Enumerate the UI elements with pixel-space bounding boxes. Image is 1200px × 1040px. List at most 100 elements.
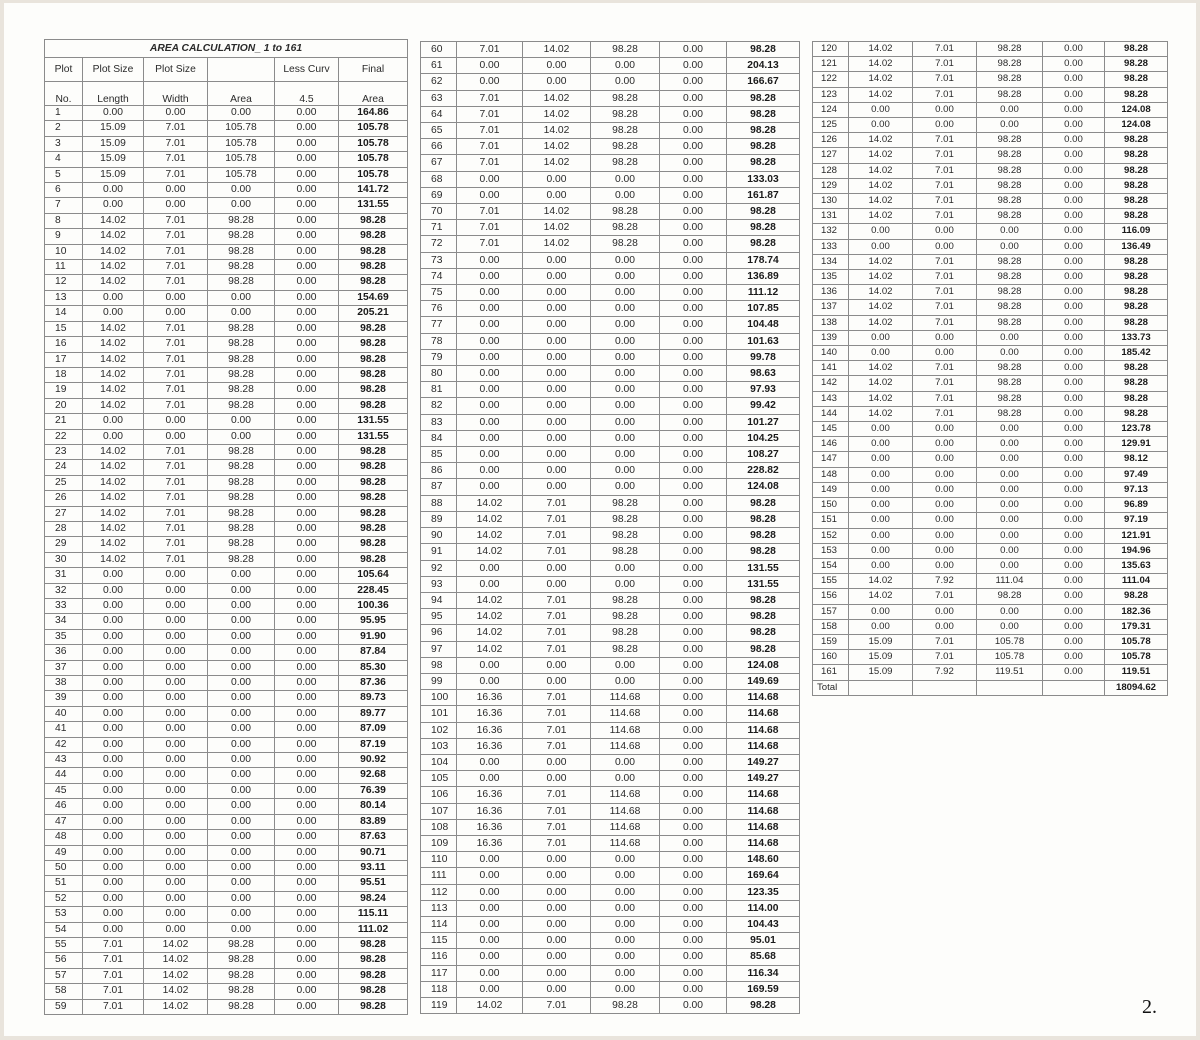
less-curv-cell: 0.00 [274,166,339,184]
table-row: 87 0.00 0.00 0.00 0.00 124.08 [420,478,800,496]
final-area-cell: 98.28 [338,274,408,291]
final-area-cell: 98.28 [1104,56,1168,73]
width-cell: 0.00 [912,466,977,483]
width-cell: 7.01 [143,228,208,245]
area-cell: 0.00 [590,899,660,917]
final-area-cell: 98.28 [338,336,408,353]
area-cell: 0.00 [590,575,660,593]
length-cell: 0.00 [82,705,144,723]
length-cell: 0.00 [456,851,523,869]
plot-no-cell: 37 [44,659,83,677]
less-curv-cell: 0.00 [1042,40,1105,58]
area-cell: 0.00 [207,628,275,646]
length-cell: 0.00 [848,451,913,468]
final-area-cell: 98.28 [1104,40,1168,58]
area-cell: 98.28 [207,397,275,415]
total-empty-cell [976,679,1043,696]
less-curv-cell: 0.00 [659,105,727,124]
final-area-cell: 131.55 [338,428,408,445]
length-cell: 0.00 [848,527,913,544]
length-cell: 15.09 [848,649,913,666]
final-area-cell: 95.01 [726,932,800,950]
less-curv-cell: 0.00 [1042,360,1105,377]
less-curv-cell: 0.00 [659,608,727,626]
width-cell: 0.00 [143,628,208,646]
plot-no-cell: 55 [44,936,83,954]
less-curv-cell: 0.00 [659,575,727,593]
length-cell: 0.00 [82,844,144,861]
table-row: 38 0.00 0.00 0.00 0.00 87.36 [44,675,408,692]
less-curv-cell: 0.00 [659,332,727,350]
area-cell: 0.00 [976,101,1043,119]
final-area-cell: 83.89 [338,813,408,831]
length-cell: 0.00 [82,413,144,430]
plot-no-cell: 13 [44,289,83,307]
final-area-cell: 228.82 [726,462,800,480]
plot-no-cell: 116 [420,948,457,966]
table-row: 34 0.00 0.00 0.00 0.00 95.95 [44,613,408,630]
less-curv-cell: 0.00 [659,138,727,156]
width-cell: 14.02 [143,936,208,954]
table-body-3: 120 14.02 7.01 98.28 0.00 98.28 121 14.02 7.01 98… [812,40,1168,681]
width-cell: 0.00 [522,73,591,91]
table-row: 144 14.02 7.01 98.28 0.00 98.28 [812,405,1168,423]
less-curv-cell: 0.00 [274,582,339,600]
total-row: Total 18094.62 [812,679,1168,696]
final-area-cell: 114.68 [726,818,800,836]
table-row: 28 14.02 7.01 98.28 0.00 98.28 [44,520,408,538]
plot-no-cell: 114 [420,915,457,934]
length-cell: 7.01 [456,89,523,107]
width-cell: 7.01 [143,212,208,230]
table-row: 154 0.00 0.00 0.00 0.00 135.63 [812,557,1168,575]
width-cell: 14.02 [522,105,591,124]
less-curv-cell: 0.00 [1042,527,1105,544]
area-cell: 98.28 [976,132,1043,149]
length-cell: 0.00 [82,428,144,445]
final-area-cell: 105.78 [338,166,408,184]
table-row: 46 0.00 0.00 0.00 0.00 80.14 [44,798,408,815]
final-area-cell: 179.31 [1104,618,1168,635]
plot-no-cell: 148 [812,466,849,483]
width-cell: 0.00 [912,497,977,514]
width-cell: 0.00 [143,890,208,908]
length-cell: 0.00 [456,867,523,885]
final-area-cell: 228.45 [338,582,408,600]
length-cell: 14.02 [456,494,523,512]
width-cell: 0.00 [522,381,591,399]
area-cell: 0.00 [590,57,660,75]
length-cell: 7.01 [82,967,144,985]
less-curv-cell: 0.00 [659,786,727,804]
length-cell: 0.00 [82,182,144,199]
final-area-cell: 123.78 [1104,421,1168,438]
table-row: 94 14.02 7.01 98.28 0.00 98.28 [420,591,800,610]
width-cell: 0.00 [143,906,208,923]
final-area-cell: 80.14 [338,798,408,815]
area-cell: 98.28 [207,474,275,492]
area-cell: 0.00 [207,428,275,445]
plot-no-cell: 8 [44,212,83,230]
width-cell: 7.01 [522,721,591,739]
less-curv-cell: 0.00 [274,397,339,415]
width-cell: 7.01 [912,253,977,271]
table-row: 41 0.00 0.00 0.00 0.00 87.09 [44,721,408,738]
table-row: 160 15.09 7.01 105.78 0.00 105.78 [812,649,1168,666]
plot-no-cell: 130 [812,193,849,210]
area-cell: 0.00 [590,948,660,966]
plot-no-cell: 46 [44,798,83,815]
width-cell: 0.00 [522,867,591,885]
plot-no-cell: 16 [44,336,83,353]
final-area-cell: 98.28 [1104,132,1168,149]
less-curv-cell: 0.00 [659,851,727,869]
table-body-1: 1 0.00 0.00 0.00 0.00 164.86 2 15.09 7.01 105.78 0… [44,104,408,1015]
width-cell: 0.00 [143,875,208,892]
plot-no-cell: 32 [44,582,83,600]
final-area-cell: 185.42 [1104,345,1168,362]
table-row: 24 14.02 7.01 98.28 0.00 98.28 [44,459,408,476]
less-curv-cell: 0.00 [274,536,339,553]
final-area-cell: 123.35 [726,883,800,901]
area-cell: 114.68 [590,705,660,723]
plot-no-cell: 3 [44,135,83,153]
length-cell: 14.02 [456,624,523,642]
length-cell: 0.00 [456,462,523,480]
length-cell: 14.02 [848,269,913,286]
